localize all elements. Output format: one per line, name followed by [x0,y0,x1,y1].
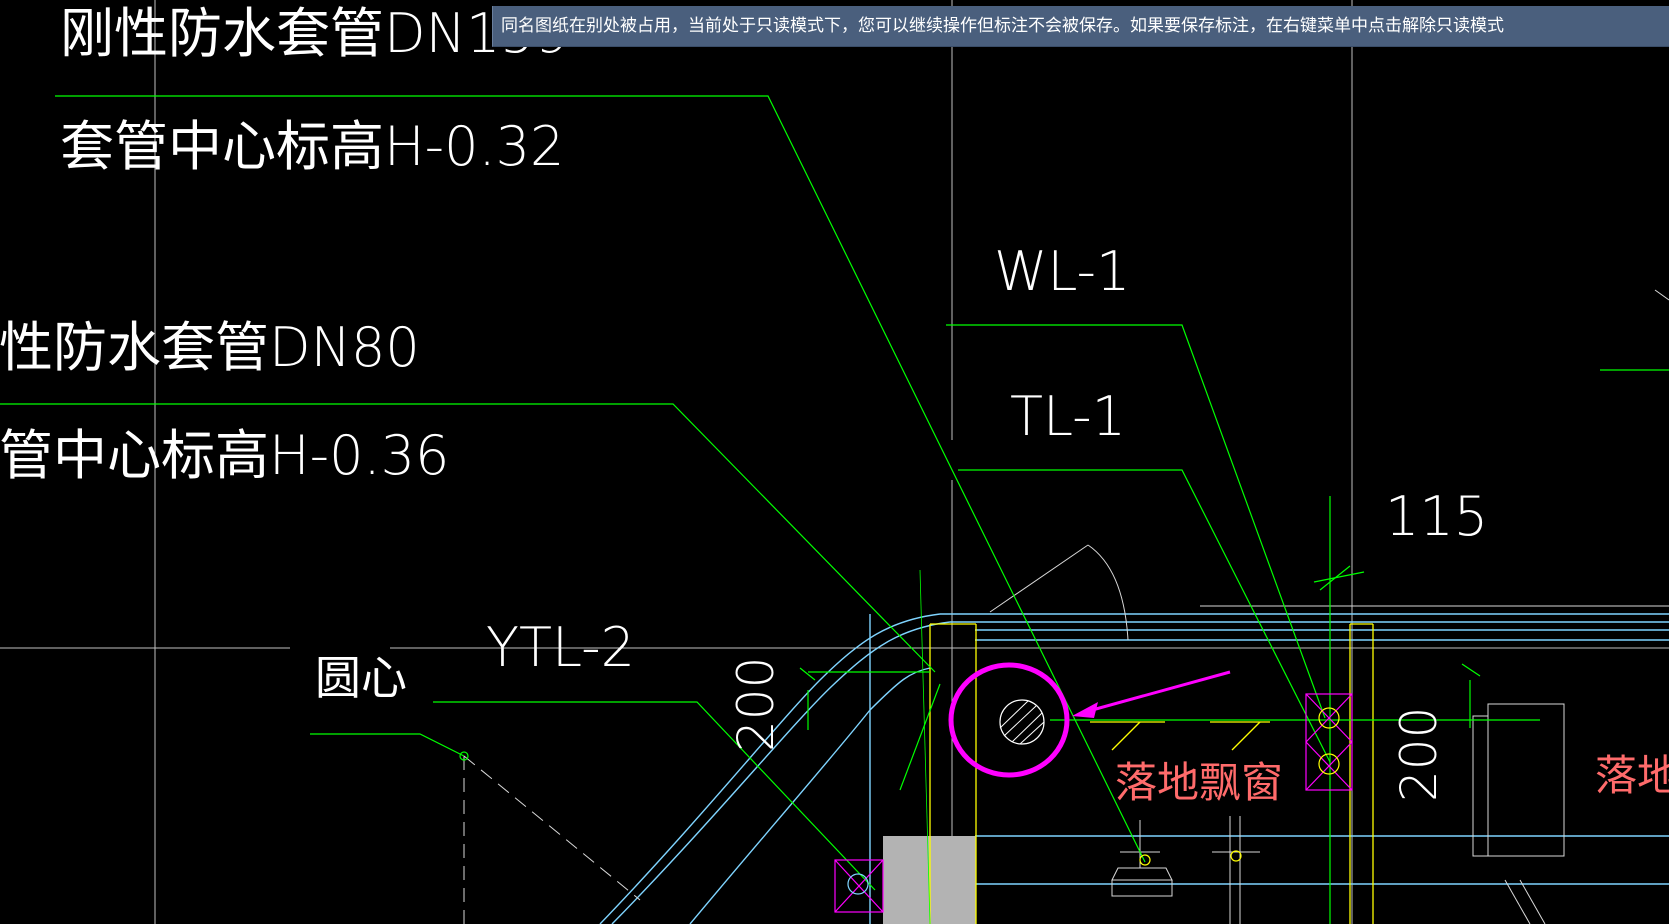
cad-drawing[interactable]: 刚性防水套管DN159 套管中心标高H-0.32 刚性防水套管DN80 套管中心… [0,0,1669,924]
readonly-notice-banner: 同名图纸在别处被占用，当前处于只读模式下，您可以继续操作但标注不会被保存。如果要… [492,6,1669,47]
dimension-115[interactable]: 115 [1385,485,1488,548]
highlight-arrow-head[interactable] [1072,702,1098,718]
dimension-200-right[interactable]: 200 [1390,707,1448,802]
readonly-notice-text: 同名图纸在别处被占用，当前处于只读模式下，您可以继续操作但标注不会被保存。如果要… [501,16,1504,36]
annotation-elevation-036[interactable]: 套管中心标高H-0.36 [0,424,449,487]
annotation-elevation-032[interactable]: 套管中心标高H-0.32 [60,115,564,178]
annotation-floor-window-2[interactable]: 落地飘 [1595,751,1669,800]
annotation-ytl2[interactable]: YTL-2 [486,616,635,679]
annotation-wl1[interactable]: WL-1 [994,240,1130,303]
annotation-floor-window-1[interactable]: 落地飘窗 [1115,758,1283,807]
dimension-200-left[interactable]: 200 [727,657,785,752]
hatched-pipe [999,699,1045,745]
annotation-tl1[interactable]: TL-1 [1010,385,1126,448]
cad-drawing-canvas[interactable]: 刚性防水套管DN159 套管中心标高H-0.32 刚性防水套管DN80 套管中心… [0,0,1669,924]
pipe-circle-cyan [847,873,869,895]
annotation-sleeve-dn80[interactable]: 刚性防水套管DN80 [0,316,420,379]
annotation-circle-center[interactable]: 圆心 [315,651,407,705]
highlight-arrow-shaft[interactable] [1084,670,1231,714]
